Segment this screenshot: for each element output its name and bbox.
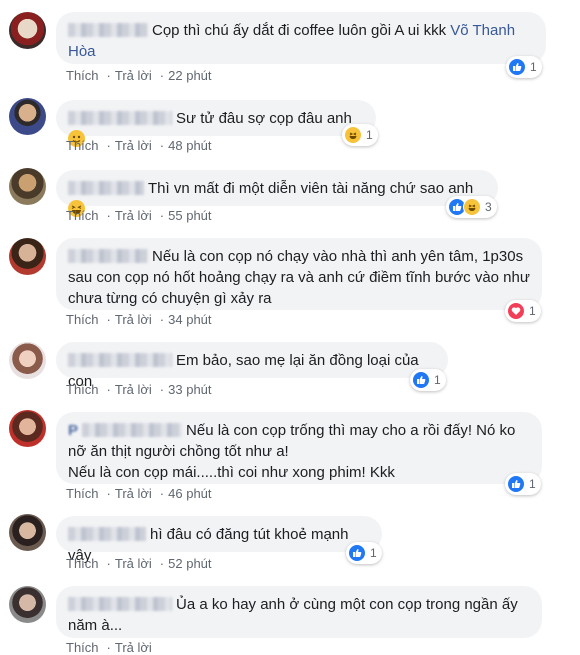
comment-actions: Thích · Trả lời · 33 phút (66, 382, 212, 397)
avatar[interactable] (9, 98, 46, 135)
comment-bubble: Thì vn mất đi một diễn viên tài năng chứ… (56, 170, 498, 217)
reaction-count: 3 (485, 200, 492, 214)
comment-text-line2: Nếu là con cọp mái.....thì coi như xong … (68, 464, 395, 481)
avatar[interactable] (9, 514, 46, 551)
comment-text: Thì vn mất đi một diễn viên tài năng chứ… (148, 180, 474, 197)
comment-actions: Thích · Trả lời · 55 phút (66, 208, 212, 223)
timestamp[interactable]: 55 phút (168, 208, 211, 223)
like-link[interactable]: Thích (66, 138, 99, 153)
reaction-count: 1 (529, 304, 536, 318)
comment-actions: Thích · Trả lời · 34 phút (66, 312, 212, 327)
haha-icon (344, 126, 362, 144)
reaction-summary[interactable]: 1 (342, 124, 378, 146)
commenter-name-blurred[interactable] (68, 23, 148, 37)
comment-bubble: hì đâu có đăng tút khoẻ mạnh vậy (56, 516, 382, 564)
reaction-count: 1 (529, 477, 536, 491)
comment-text: Cọp thì chú ấy dắt đi coffee luôn gồi A … (152, 22, 447, 39)
timestamp[interactable]: 48 phút (168, 138, 211, 153)
reply-link[interactable]: Trả lời (115, 556, 152, 571)
like-link[interactable]: Thích (66, 312, 99, 327)
timestamp[interactable]: 52 phút (168, 556, 211, 571)
timestamp[interactable]: 22 phút (168, 68, 211, 83)
reply-link[interactable]: Trả lời (115, 382, 152, 397)
comment-bubble: Cọp thì chú ấy dắt đi coffee luôn gồi A … (56, 12, 546, 64)
reaction-summary[interactable]: 1 (505, 300, 541, 322)
avatar[interactable] (9, 12, 46, 49)
reaction-count: 1 (434, 373, 441, 387)
commenter-name-blurred[interactable] (68, 353, 172, 367)
reaction-summary[interactable]: 1 (410, 369, 446, 391)
commenter-name-blurred[interactable]: P (68, 420, 78, 441)
reaction-summary[interactable]: 1 (505, 473, 541, 495)
reaction-summary[interactable]: 1 (346, 542, 382, 564)
like-link[interactable]: Thích (66, 208, 99, 223)
reply-link[interactable]: Trả lời (115, 486, 152, 501)
timestamp[interactable]: 34 phút (168, 312, 211, 327)
reaction-summary[interactable]: 3 (446, 196, 497, 218)
like-link[interactable]: Thích (66, 382, 99, 397)
like-icon (508, 58, 526, 76)
avatar[interactable] (9, 410, 46, 447)
commenter-name-blurred[interactable] (68, 111, 172, 125)
reply-link[interactable]: Trả lời (115, 640, 152, 655)
reaction-summary[interactable]: 1 (506, 56, 542, 78)
comment-bubble: Ủa a ko hay anh ở cùng một con cọp trong… (56, 586, 542, 638)
comment-bubble: Em bảo, sao mẹ lại ăn đồng loại của con (56, 342, 448, 390)
avatar[interactable] (9, 586, 46, 623)
comment-actions: Thích · Trả lời · 52 phút (66, 556, 212, 571)
commenter-name-blurred[interactable] (68, 249, 148, 263)
like-icon (507, 475, 525, 493)
like-icon (412, 371, 430, 389)
reply-link[interactable]: Trả lời (115, 208, 152, 223)
like-icon (348, 544, 366, 562)
avatar[interactable] (9, 238, 46, 275)
comment-actions: Thích · Trả lời · 48 phút (66, 138, 212, 153)
commenter-name-blurred[interactable] (68, 597, 172, 611)
comment-bubble: P Nếu là con cọp trống thì may cho a rồi … (56, 412, 542, 484)
like-link[interactable]: Thích (66, 486, 99, 501)
commenter-name-blurred[interactable] (68, 527, 146, 541)
commenter-name-blurred-rest (82, 423, 183, 437)
like-link[interactable]: Thích (66, 556, 99, 571)
reaction-count: 1 (366, 128, 373, 142)
reply-link[interactable]: Trả lời (115, 68, 152, 83)
reaction-count: 1 (530, 60, 537, 74)
like-link[interactable]: Thích (66, 68, 99, 83)
avatar[interactable] (9, 168, 46, 205)
reaction-count: 1 (370, 546, 377, 560)
timestamp[interactable]: 33 phút (168, 382, 211, 397)
like-link[interactable]: Thích (66, 640, 99, 655)
comment-actions: Thích · Trả lời (66, 640, 152, 655)
reply-link[interactable]: Trả lời (115, 312, 152, 327)
comment-actions: Thích · Trả lời · 46 phút (66, 486, 212, 501)
avatar[interactable] (9, 342, 46, 379)
comment-actions: Thích · Trả lời · 22 phút (66, 68, 212, 83)
commenter-name-blurred[interactable] (68, 181, 144, 195)
haha-icon (463, 198, 481, 216)
comment-bubble: Sư tử đâu sợ cọp đâu anh (56, 100, 376, 147)
reply-link[interactable]: Trả lời (115, 138, 152, 153)
love-icon (507, 302, 525, 320)
timestamp[interactable]: 46 phút (168, 486, 211, 501)
comment-text: Sư tử đâu sợ cọp đâu anh (176, 110, 352, 127)
comment-bubble: Nếu là con cọp nó chạy vào nhà thì anh y… (56, 238, 542, 310)
